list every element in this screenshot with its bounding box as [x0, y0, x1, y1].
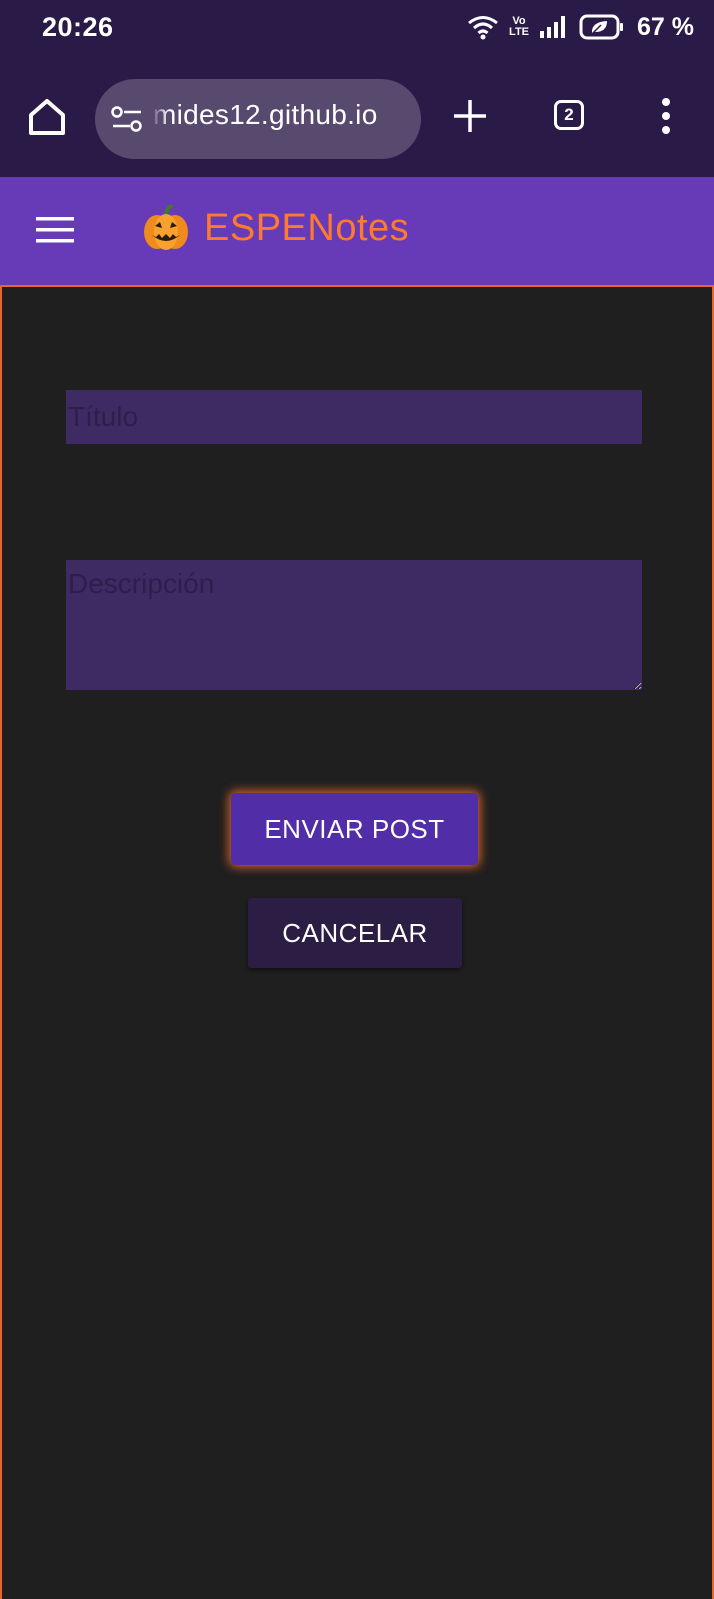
- new-tab-icon[interactable]: [452, 98, 488, 134]
- submit-post-button[interactable]: ENVIAR POST: [231, 793, 478, 865]
- title-input[interactable]: [66, 390, 642, 444]
- description-textarea[interactable]: [66, 560, 642, 690]
- address-bar[interactable]: mides12.github.io: [95, 79, 421, 159]
- volte-label-bottom: LTE: [509, 26, 530, 38]
- home-icon[interactable]: [26, 96, 68, 138]
- cancel-button[interactable]: CANCELAR: [248, 898, 462, 968]
- app-header: ESPENotes: [0, 177, 714, 285]
- signal-icon: [540, 16, 566, 38]
- app-title: ESPENotes: [204, 206, 410, 249]
- site-settings-icon[interactable]: [111, 105, 143, 133]
- battery-saver-icon: [579, 14, 624, 40]
- status-icons: Vo LTE 67 %: [467, 12, 694, 42]
- more-vert-icon[interactable]: [652, 96, 680, 136]
- volte-indicator: Vo LTE: [509, 16, 529, 38]
- battery-percentage: 67 %: [637, 12, 694, 41]
- tab-count: 2: [564, 105, 574, 124]
- tab-switcher-button[interactable]: 2: [554, 100, 584, 130]
- browser-toolbar: mides12.github.io 2: [0, 56, 714, 177]
- pumpkin-icon: [144, 205, 188, 250]
- status-bar: 20:26 Vo LTE 67 %: [0, 0, 714, 56]
- wifi-icon: [468, 16, 498, 40]
- url-fade: [151, 89, 169, 149]
- main-content: ENVIAR POST CANCELAR: [0, 285, 714, 1599]
- status-time: 20:26: [42, 12, 114, 42]
- url-text: mides12.github.io: [153, 99, 378, 130]
- brand[interactable]: ESPENotes: [142, 205, 409, 251]
- hamburger-menu-icon[interactable]: [36, 215, 74, 245]
